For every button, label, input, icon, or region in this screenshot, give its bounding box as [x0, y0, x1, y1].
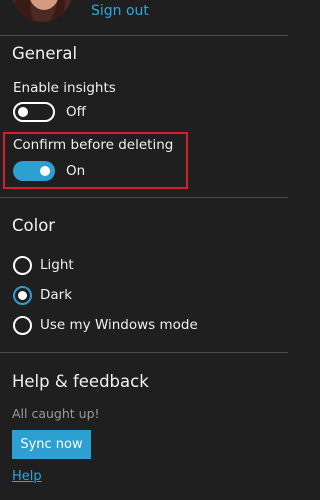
- avatar[interactable]: [10, 0, 74, 22]
- radio-light-label[interactable]: Light: [40, 257, 74, 273]
- confirm-delete-toggle[interactable]: [13, 161, 55, 181]
- divider: [0, 197, 288, 198]
- help-link[interactable]: Help: [12, 469, 42, 484]
- divider: [0, 352, 288, 353]
- section-title-general: General: [12, 44, 78, 63]
- confirm-delete-label: Confirm before deleting: [13, 137, 174, 153]
- section-title-color: Color: [12, 216, 56, 235]
- enable-insights-toggle[interactable]: [13, 102, 55, 122]
- sync-status-text: All caught up!: [12, 406, 100, 421]
- radio-dark[interactable]: [13, 286, 32, 305]
- radio-dark-label[interactable]: Dark: [40, 287, 72, 303]
- section-title-help: Help & feedback: [12, 372, 149, 391]
- settings-panel: Sign out General Enable insights Off Con…: [0, 0, 298, 500]
- enable-insights-state: Off: [66, 104, 86, 120]
- confirm-delete-state: On: [66, 163, 86, 179]
- sign-out-link[interactable]: Sign out: [91, 3, 149, 19]
- radio-windows-mode[interactable]: [13, 316, 32, 335]
- radio-windows-mode-label[interactable]: Use my Windows mode: [40, 317, 198, 333]
- radio-selected-dot: [18, 291, 27, 300]
- sync-now-button[interactable]: Sync now: [12, 430, 91, 459]
- enable-insights-label: Enable insights: [13, 80, 116, 96]
- toggle-knob: [40, 166, 50, 176]
- toggle-knob: [18, 107, 28, 117]
- divider: [0, 35, 288, 36]
- radio-light[interactable]: [13, 256, 32, 275]
- avatar-image: [10, 0, 74, 22]
